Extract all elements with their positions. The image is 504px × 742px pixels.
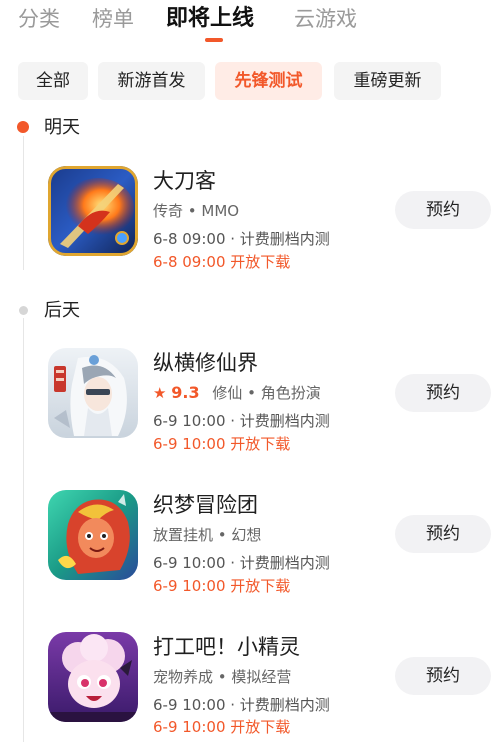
tab-coming-soon[interactable]: 即将上线 — [166, 4, 254, 34]
star-icon: ★ — [153, 384, 167, 402]
game-test-schedule: 6-9 10:00 · 计费删档内测 — [153, 412, 330, 430]
fantasy-adventure-game-icon[interactable] — [48, 490, 138, 580]
game-test-schedule: 6-9 10:00 · 计费删档内测 — [153, 696, 330, 714]
game-tags: 放置挂机 • 幻想 — [153, 526, 262, 544]
day-label-day-after-tomorrow: 后天 — [44, 300, 80, 321]
game-tags: 宠物养成 • 模拟经营 — [153, 668, 292, 686]
timeline-dot — [19, 306, 28, 315]
tab-rankings[interactable]: 榜单 — [92, 4, 134, 34]
game-download-time: 6-9 10:00 开放下载 — [153, 577, 291, 595]
warrior-game-icon[interactable] — [48, 166, 138, 256]
game-test-schedule: 6-9 10:00 · 计费删档内测 — [153, 554, 330, 572]
game-download-time: 6-9 10:00 开放下载 — [153, 718, 291, 736]
game-tags: 修仙 • 角色扮演 — [212, 384, 321, 402]
timeline-line — [23, 318, 24, 742]
filter-pioneer-test[interactable]: 先锋测试 — [215, 62, 322, 100]
active-tab-indicator — [205, 38, 223, 42]
day-label-tomorrow: 明天 — [44, 117, 80, 138]
reserve-button[interactable]: 预约 — [395, 374, 491, 412]
game-title[interactable]: 纵横修仙界 — [153, 349, 258, 377]
game-rating: 9.3 — [171, 383, 200, 402]
game-download-time: 6-9 10:00 开放下载 — [153, 435, 291, 453]
game-tags: 传奇 • MMO — [153, 202, 240, 220]
filter-new-release[interactable]: 新游首发 — [98, 62, 205, 100]
game-download-time: 6-8 09:00 开放下载 — [153, 253, 291, 271]
tab-cloud-games[interactable]: 云游戏 — [294, 4, 357, 34]
tab-category[interactable]: 分类 — [18, 4, 60, 34]
timeline-line — [23, 136, 24, 270]
game-rating-and-tags: ★ 9.3 修仙 • 角色扮演 — [153, 382, 321, 404]
reserve-button[interactable]: 预约 — [395, 191, 491, 229]
game-title[interactable]: 大刀客 — [153, 167, 216, 195]
reserve-button[interactable]: 预约 — [395, 657, 491, 695]
game-test-schedule: 6-8 09:00 · 计费删档内测 — [153, 230, 330, 248]
little-sprite-game-icon[interactable] — [48, 632, 138, 722]
top-tab-bar: 分类 榜单 即将上线 云游戏 — [0, 0, 504, 46]
filter-all[interactable]: 全部 — [18, 62, 88, 100]
immortal-cultivator-game-icon[interactable] — [48, 348, 138, 438]
game-title[interactable]: 打工吧！小精灵 — [153, 633, 300, 661]
game-title[interactable]: 织梦冒险团 — [153, 491, 258, 519]
filter-major-update[interactable]: 重磅更新 — [334, 62, 441, 100]
reserve-button[interactable]: 预约 — [395, 515, 491, 553]
timeline-dot-active — [17, 121, 29, 133]
